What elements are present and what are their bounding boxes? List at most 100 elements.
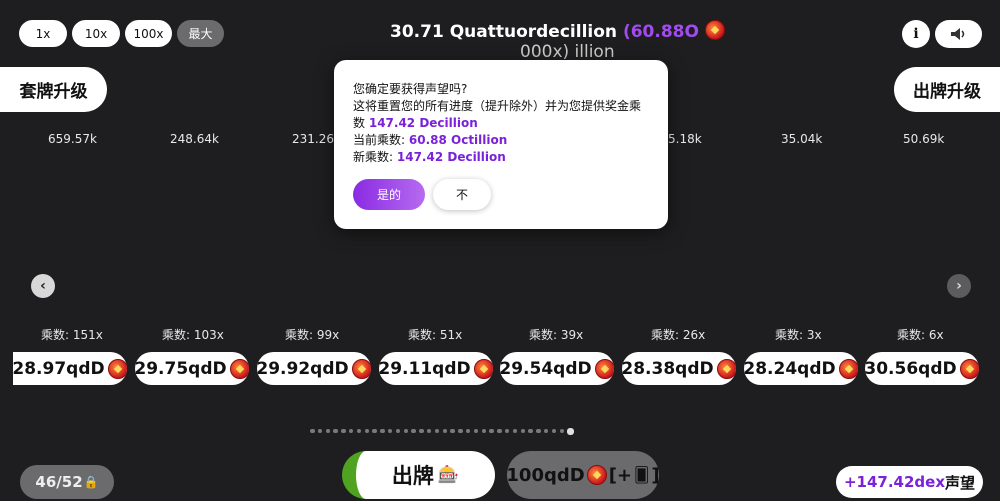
pagination-dots[interactable] [310, 427, 694, 435]
current-multiplier-label: 当前乘数: [353, 133, 406, 147]
card-value: 35.04k [781, 132, 823, 146]
confirm-no-button[interactable]: 不 [433, 179, 491, 210]
pagination-dot[interactable] [325, 428, 331, 434]
card-multiplier: 乘数: 3x [775, 328, 822, 342]
card-upgrade-button[interactable]: 出牌升级 [894, 67, 1000, 112]
card-multiplier: 乘数: 39x [529, 328, 584, 342]
pagination-dot[interactable] [380, 428, 385, 434]
pagination-dot[interactable] [481, 428, 487, 434]
pagination-dot[interactable] [551, 428, 557, 434]
pagination-dot[interactable] [356, 428, 362, 434]
gem-icon [107, 358, 127, 379]
pagination-dot[interactable] [348, 428, 354, 434]
confirm-yes-button[interactable]: 是的 [353, 179, 425, 210]
pagination-dot[interactable] [450, 428, 455, 434]
multiplier-1x-button[interactable]: 1x [19, 20, 67, 47]
dialog-new-multiplier: 新乘数: 147.42 Decillion [353, 149, 650, 166]
score-value: 30.71 Quattuordecillion [390, 22, 618, 42]
play-label: 出牌 [391, 464, 434, 488]
card-chip[interactable]: 29.54qdD [500, 352, 614, 385]
card-multiplier: 乘数: 151x [41, 328, 103, 342]
multiplier-100x-button[interactable]: 100x [125, 20, 172, 47]
chevron-left-icon: ‹ [40, 278, 46, 294]
pagination-dot[interactable] [395, 428, 401, 434]
pagination-dot[interactable] [317, 428, 323, 434]
sound-button[interactable] [935, 20, 982, 48]
deck-upgrade-button[interactable]: 套牌升级 [0, 67, 107, 112]
pagination-dot[interactable] [497, 428, 502, 434]
gem-icon [229, 358, 249, 379]
pagination-dot[interactable] [442, 428, 448, 434]
pagination-dot[interactable] [567, 427, 575, 435]
card-chip[interactable]: 28.38qdD [622, 352, 736, 385]
card-chip-value: 29.75qdD [135, 358, 227, 379]
scroll-right-button[interactable]: › [947, 274, 971, 298]
dialog-buttons: 是的 不 [353, 179, 491, 210]
card-icon: 🂠 [634, 466, 650, 484]
pagination-dot[interactable] [559, 428, 564, 434]
pagination-dot[interactable] [387, 428, 393, 434]
card-chip[interactable]: 28.97qdD [13, 352, 127, 385]
gem-icon [716, 358, 736, 379]
buy-bracket-close: ] [651, 464, 660, 486]
pagination-dot[interactable] [543, 428, 549, 434]
card-value: 659.57k [48, 132, 97, 146]
pagination-dot[interactable] [364, 428, 370, 434]
card-multiplier: 乘数: 26x [651, 328, 706, 342]
gem-icon [586, 465, 607, 485]
lock-icon: 🔒 [83, 475, 99, 489]
card-multiplier: 乘数: 103x [162, 328, 224, 342]
card-chip[interactable]: 29.92qdD [257, 352, 371, 385]
pagination-dot[interactable] [473, 428, 479, 434]
pagination-dot[interactable] [310, 428, 315, 434]
pagination-dot[interactable] [465, 428, 471, 434]
prestige-button[interactable]: +147.42dex 声望 [836, 466, 983, 498]
card-chip-value: 28.24qdD [744, 358, 836, 379]
pagination-dot[interactable] [489, 428, 494, 434]
buy-card-button[interactable]: 100qdD [+ 🂠 ] [506, 451, 660, 499]
card-value: 248.64k [170, 132, 219, 146]
pagination-dot[interactable] [426, 428, 432, 434]
pagination-dot[interactable] [333, 428, 338, 434]
pagination-dot[interactable] [341, 428, 346, 434]
dialog-question: 您确定要获得声望吗? [353, 82, 468, 96]
gem-icon [473, 358, 493, 379]
dialog-description: 这将重置您的所有进度（提升除外）并为您提供奖金乘数 147.42 Decilli… [353, 98, 650, 132]
pagination-dot[interactable] [520, 428, 526, 434]
card-chip-value: 29.11qdD [379, 358, 471, 379]
pagination-dot[interactable] [411, 428, 416, 434]
pagination-dot[interactable] [528, 428, 533, 434]
slot-machine-icon: 🎰 [437, 465, 460, 485]
score-multiplier: (60.88O [622, 22, 699, 42]
scroll-left-button[interactable]: ‹ [31, 274, 55, 298]
card-chip[interactable]: 28.24qdD [744, 352, 858, 385]
speaker-icon [950, 28, 964, 40]
dialog-bonus: 147.42 Decillion [368, 116, 478, 130]
multiplier-max-button[interactable]: 最大 [177, 20, 224, 47]
pagination-dot[interactable] [458, 428, 463, 434]
card-multiplier: 乘数: 51x [408, 328, 463, 342]
card-chip[interactable]: 30.56qdD [865, 352, 979, 385]
card-chip-value: 29.92qdD [257, 358, 349, 379]
info-button[interactable]: i [902, 20, 930, 48]
pagination-dot[interactable] [419, 428, 424, 434]
dialog-current-multiplier: 当前乘数: 60.88 Octillion [353, 132, 650, 149]
buy-cost: 100qdD [506, 464, 585, 486]
multiplier-10x-button[interactable]: 10x [72, 20, 120, 47]
pagination-dot[interactable] [536, 428, 541, 434]
pagination-dot[interactable] [403, 428, 409, 434]
buy-bracket-open: [+ [608, 464, 633, 486]
play-hand-button[interactable]: 出牌 🎰 [342, 451, 495, 499]
pagination-dot[interactable] [372, 428, 377, 434]
card-value: 5.18k [668, 132, 702, 146]
gem-icon [351, 358, 371, 379]
multiplier-row: 乘数: 151x 乘数: 103x 乘数: 99x 乘数: 51x 乘数: 39… [0, 326, 1000, 342]
card-chip[interactable]: 29.11qdD [379, 352, 493, 385]
gem-icon [594, 358, 614, 379]
pagination-dot[interactable] [504, 428, 510, 434]
new-multiplier-value: 147.42 Decillion [396, 150, 506, 164]
card-chip[interactable]: 29.75qdD [135, 352, 249, 385]
card-chip-value: 30.56qdD [865, 358, 957, 379]
pagination-dot[interactable] [512, 428, 518, 434]
pagination-dot[interactable] [434, 428, 440, 434]
